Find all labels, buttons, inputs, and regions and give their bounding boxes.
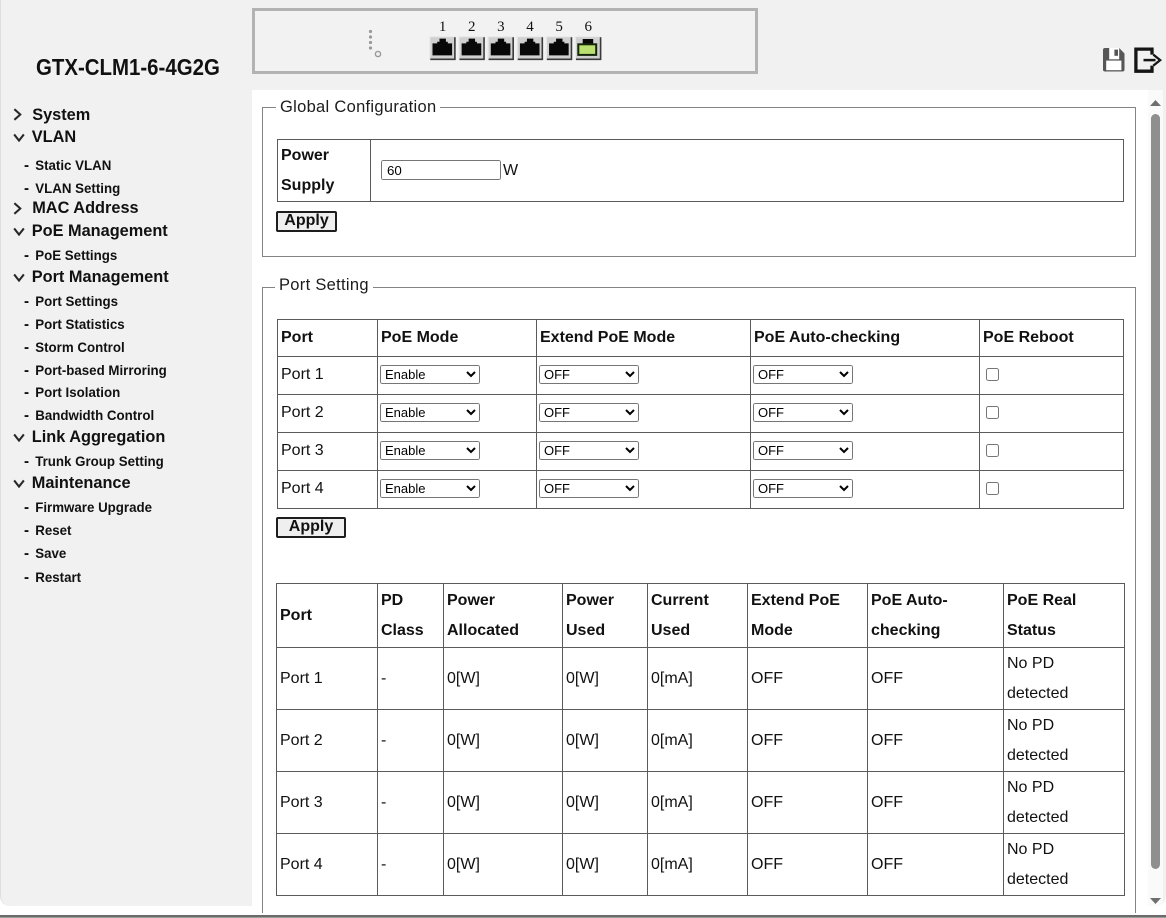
svg-text:1: 1 xyxy=(439,19,447,35)
svg-text:3: 3 xyxy=(497,19,505,35)
svg-text:4: 4 xyxy=(526,19,534,35)
svg-text:2: 2 xyxy=(468,19,476,35)
svg-text:6: 6 xyxy=(585,19,593,35)
svg-text:5: 5 xyxy=(555,19,563,35)
